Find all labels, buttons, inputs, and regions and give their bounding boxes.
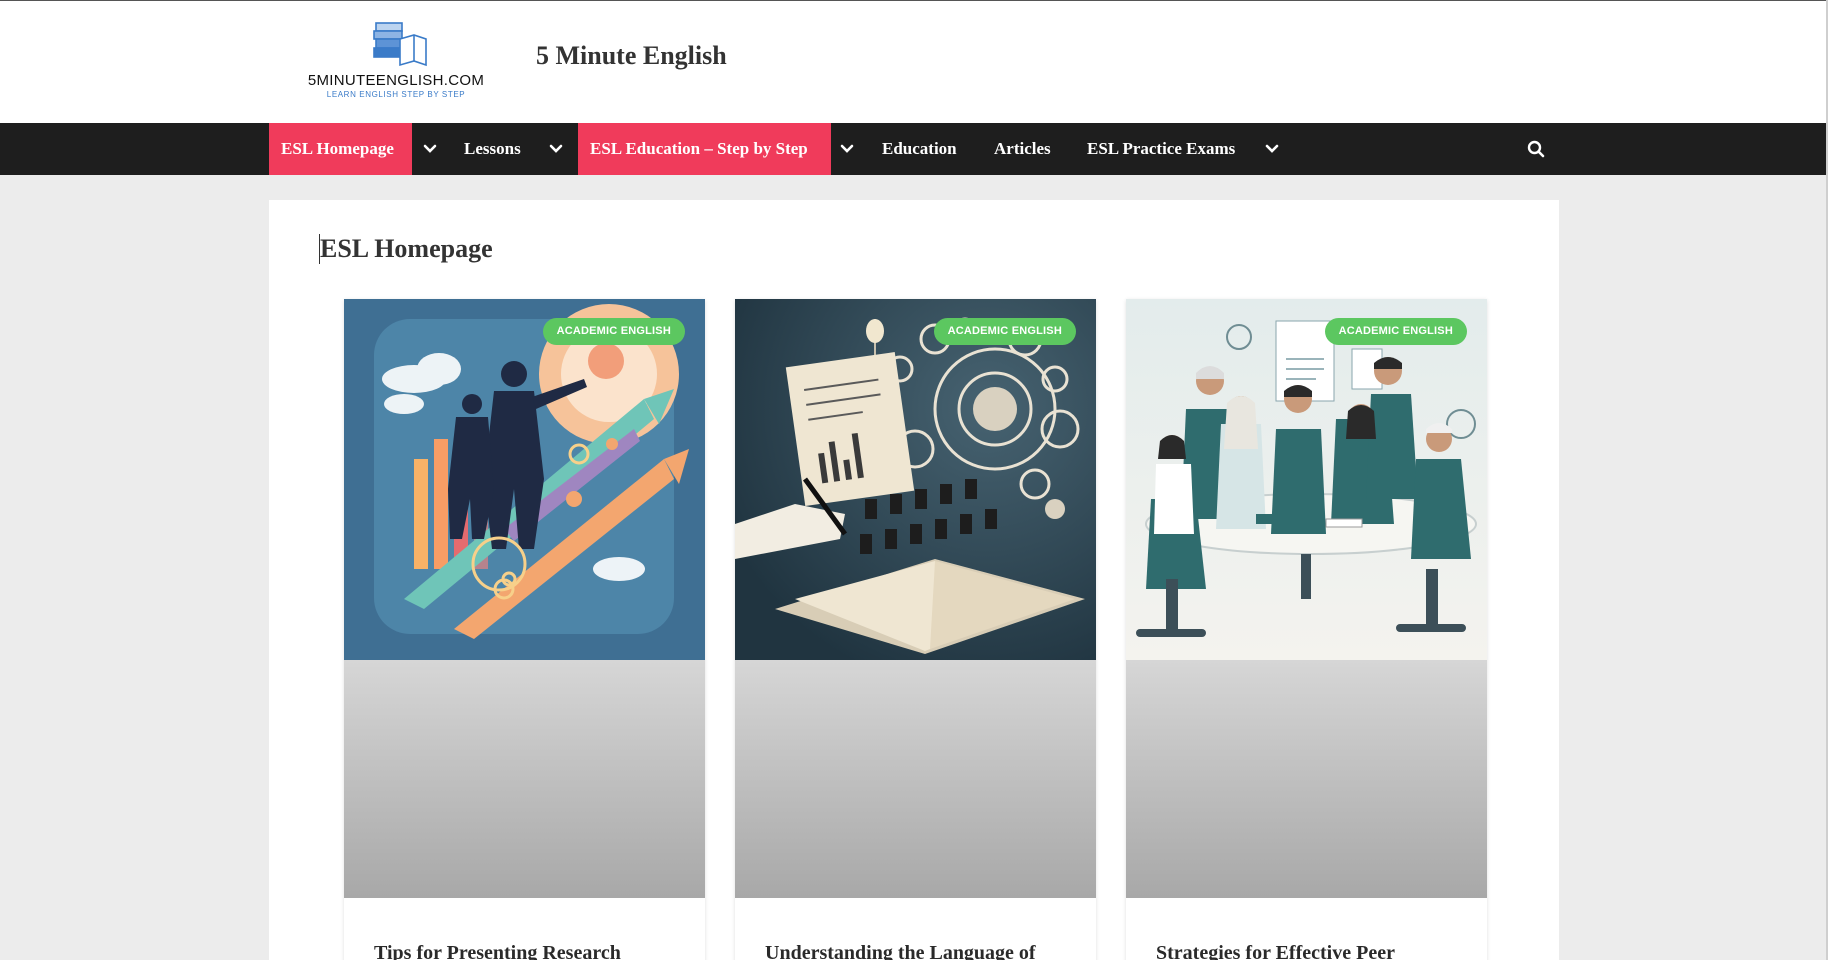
site-header: 5MINUTEENGLISH.COM LEARN ENGLISH STEP BY… [0, 1, 1828, 123]
nav-item-esl-homepage[interactable]: ESL Homepage [269, 123, 412, 175]
chevron-down-icon [1265, 144, 1279, 153]
nav-dropdown-toggle-esl-education[interactable] [829, 123, 865, 175]
peer-review-meeting-illustration-image [1126, 299, 1487, 660]
category-badge[interactable]: ACADEMIC ENGLISH [933, 318, 1076, 345]
search-button[interactable] [1524, 123, 1548, 175]
post-card[interactable]: ACADEMIC ENGLISH Tips for Presenting Res… [344, 299, 705, 960]
nav-item-label: ESL Homepage [281, 139, 394, 158]
logo-tagline: LEARN ENGLISH STEP BY STEP [326, 90, 466, 99]
nav-item-label: Lessons [464, 139, 521, 158]
post-thumbnail[interactable]: ACADEMIC ENGLISH [344, 299, 705, 660]
post-image-placeholder [344, 660, 705, 898]
nav-item-label: Articles [994, 139, 1051, 158]
post-card[interactable]: ACADEMIC ENGLISH Strategies for Effectiv… [1126, 299, 1487, 960]
nav-item-articles[interactable]: Articles [982, 123, 1063, 175]
nav-item-label: ESL Education – Step by Step [590, 139, 808, 158]
post-card[interactable]: ACADEMIC ENGLISH Understanding the Langu… [735, 299, 1096, 960]
presentation-illustration-image [344, 299, 705, 660]
academic-language-illustration-image [735, 299, 1096, 660]
post-image-placeholder [1126, 660, 1487, 898]
main-content: ESL Homepage ACADEMIC ENGLISH Tips for P… [269, 200, 1559, 960]
post-title[interactable]: Tips for Presenting Research [374, 942, 684, 960]
page-title: ESL Homepage [319, 234, 493, 264]
nav-item-education[interactable]: Education [870, 123, 969, 175]
main-navigation: ESL Homepage Lessons ESL Education – Ste… [0, 123, 1828, 175]
nav-item-label: Education [882, 139, 957, 158]
chevron-down-icon [549, 144, 563, 153]
nav-item-esl-practice-exams[interactable]: ESL Practice Exams [1075, 123, 1247, 175]
post-thumbnail[interactable]: ACADEMIC ENGLISH [1126, 299, 1487, 660]
nav-item-esl-education[interactable]: ESL Education – Step by Step [578, 123, 831, 175]
post-title[interactable]: Strategies for Effective Peer [1156, 942, 1466, 960]
site-title[interactable]: 5 Minute English [536, 41, 727, 71]
logo-text: 5MINUTEENGLISH.COM [307, 72, 485, 89]
category-badge[interactable]: ACADEMIC ENGLISH [542, 318, 685, 345]
nav-dropdown-toggle-esl-homepage[interactable] [412, 123, 448, 175]
post-thumbnail[interactable]: ACADEMIC ENGLISH [735, 299, 1096, 660]
nav-dropdown-toggle-lessons[interactable] [538, 123, 574, 175]
post-title[interactable]: Understanding the Language of [765, 942, 1075, 960]
nav-dropdown-toggle-esl-practice-exams[interactable] [1254, 123, 1290, 175]
chevron-down-icon [840, 144, 854, 153]
site-logo[interactable]: 5MINUTEENGLISH.COM LEARN ENGLISH STEP BY… [306, 21, 486, 101]
books-logo-icon [373, 22, 427, 67]
category-badge[interactable]: ACADEMIC ENGLISH [1324, 318, 1467, 345]
search-icon [1527, 140, 1545, 158]
post-image-placeholder [735, 660, 1096, 898]
nav-item-label: ESL Practice Exams [1087, 139, 1236, 158]
chevron-down-icon [423, 144, 437, 153]
